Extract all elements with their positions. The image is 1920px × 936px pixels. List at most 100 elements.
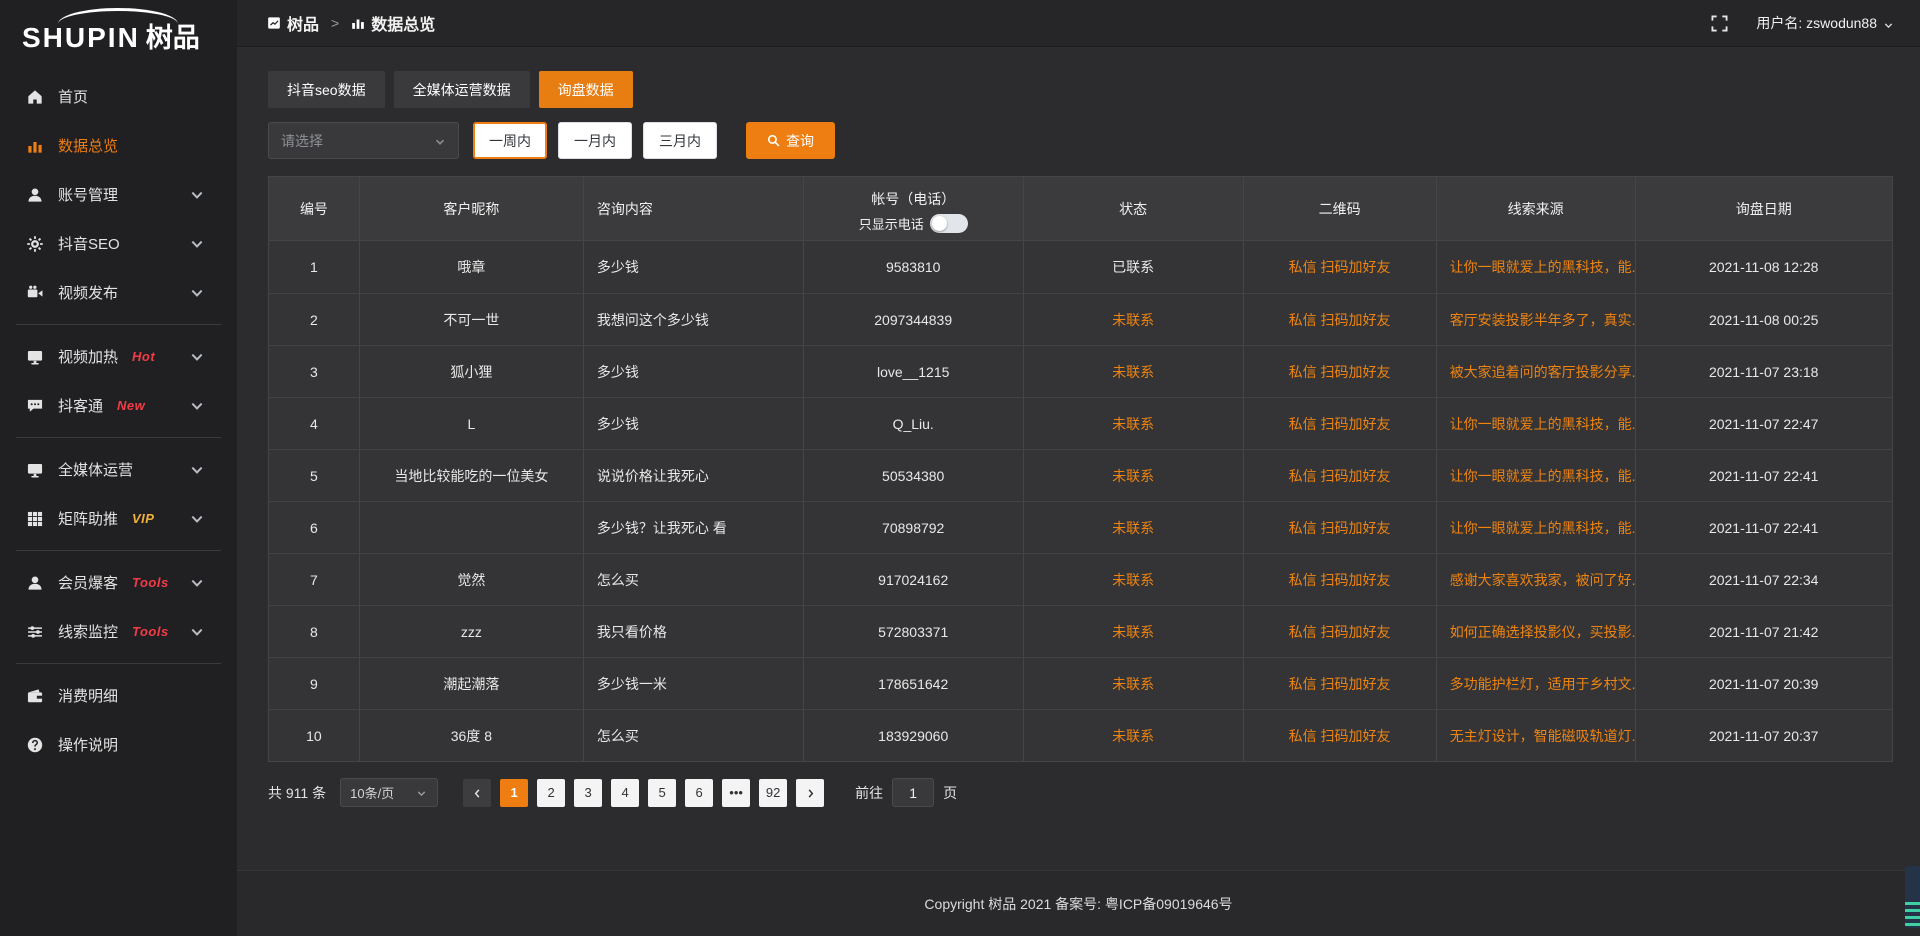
cell-date: 2021-11-07 22:34 xyxy=(1636,553,1892,605)
chat-icon xyxy=(27,398,43,414)
sidebar-item-抖音SEO[interactable]: 抖音SEO xyxy=(0,219,237,268)
qrcode-link[interactable]: 私信 扫码加好友 xyxy=(1244,345,1437,397)
range-button-一周内[interactable]: 一周内 xyxy=(473,122,547,159)
sidebar-item-label: 数据总览 xyxy=(58,135,118,156)
sidebar-item-label: 视频加热 xyxy=(58,346,118,367)
sidebar-badge: Hot xyxy=(132,349,155,364)
qrcode-link[interactable]: 私信 扫码加好友 xyxy=(1244,449,1437,501)
qrcode-link[interactable]: 私信 扫码加好友 xyxy=(1244,709,1437,761)
tab-全媒体运营数据[interactable]: 全媒体运营数据 xyxy=(394,71,530,108)
source-link[interactable]: 客厅安装投影半年多了，真实... xyxy=(1437,293,1636,345)
cell-nickname: 觉然 xyxy=(360,553,584,605)
qrcode-link[interactable]: 私信 扫码加好友 xyxy=(1244,553,1437,605)
cell-account: 917024162 xyxy=(804,553,1024,605)
phone-only-toggle[interactable] xyxy=(930,214,968,233)
sidebar-item-数据总览[interactable]: 数据总览 xyxy=(0,121,237,170)
goto-page-input[interactable] xyxy=(892,778,934,807)
sidebar-badge: New xyxy=(117,398,145,413)
status-badge: 未联系 xyxy=(1024,605,1244,657)
page-button-3[interactable]: 3 xyxy=(574,779,602,807)
status-badge: 未联系 xyxy=(1024,553,1244,605)
goto-label: 前往 xyxy=(855,783,883,803)
prev-page-button[interactable] xyxy=(463,779,491,807)
sidebar-item-label: 矩阵助推 xyxy=(58,508,118,529)
floating-side-widget[interactable] xyxy=(1905,866,1920,928)
chevron-left-icon xyxy=(472,787,483,798)
sidebar-item-矩阵助推[interactable]: 矩阵助推VIP xyxy=(0,494,237,543)
qrcode-link[interactable]: 私信 扫码加好友 xyxy=(1244,501,1437,553)
source-link[interactable]: 感谢大家喜欢我家，被问了好... xyxy=(1437,553,1636,605)
page-button-92[interactable]: 92 xyxy=(759,779,787,807)
page-button-5[interactable]: 5 xyxy=(648,779,676,807)
sidebar-item-操作说明[interactable]: 操作说明 xyxy=(0,720,237,769)
tab-抖音seo数据[interactable]: 抖音seo数据 xyxy=(268,71,385,108)
cell-nickname: 当地比较能吃的一位美女 xyxy=(360,449,584,501)
cell-date: 2021-11-08 00:25 xyxy=(1636,293,1892,345)
qrcode-link[interactable]: 私信 扫码加好友 xyxy=(1244,293,1437,345)
cell-nickname: 36度 8 xyxy=(360,709,584,761)
search-button[interactable]: 查询 xyxy=(746,122,835,159)
fullscreen-icon[interactable] xyxy=(1711,15,1728,32)
user-menu[interactable]: 用户名: zswodun88 xyxy=(1756,13,1894,33)
sidebar-item-视频发布[interactable]: 视频发布 xyxy=(0,268,237,317)
bar-chart-icon xyxy=(27,138,43,154)
sidebar-divider xyxy=(16,550,221,551)
data-table: 编号 客户昵称 咨询内容 帐号（电话） 只显示电话 状态 二维码 线索来源 询盘… xyxy=(268,176,1893,762)
cell-content: 我想问这个多少钱 xyxy=(584,293,804,345)
qrcode-link[interactable]: 私信 扫码加好友 xyxy=(1244,657,1437,709)
source-link[interactable]: 让你一眼就爱上的黑科技，能... xyxy=(1437,241,1636,293)
source-link[interactable]: 无主灯设计，智能磁吸轨道灯... xyxy=(1437,709,1636,761)
page-button-1[interactable]: 1 xyxy=(500,779,528,807)
chevron-down-icon xyxy=(189,349,205,365)
column-header: 咨询内容 xyxy=(584,177,804,241)
source-link[interactable]: 被大家追着问的客厅投影分享... xyxy=(1437,345,1636,397)
next-page-button[interactable] xyxy=(796,779,824,807)
sidebar-item-视频加热[interactable]: 视频加热 Hot xyxy=(0,332,237,381)
sidebar-item-账号管理[interactable]: 账号管理 xyxy=(0,170,237,219)
cell-account: love__1215 xyxy=(804,345,1024,397)
source-link[interactable]: 多功能护栏灯，适用于乡村文... xyxy=(1437,657,1636,709)
filter-select[interactable]: 请选择 xyxy=(268,122,459,159)
sidebar-item-label: 会员爆客 xyxy=(58,572,118,593)
cell-no: 8 xyxy=(269,605,360,657)
qrcode-link[interactable]: 私信 扫码加好友 xyxy=(1244,397,1437,449)
content: 抖音seo数据全媒体运营数据询盘数据 请选择 一周内一月内三月内 查询 编号 客… xyxy=(237,47,1920,870)
tab-询盘数据[interactable]: 询盘数据 xyxy=(539,71,633,108)
bar-chart-icon xyxy=(351,16,365,30)
main-area: 树品 > 数据总览 用户名: zswodun88 抖音seo数据全媒体运营数据询… xyxy=(237,0,1920,936)
breadcrumb-item-current: 数据总览 xyxy=(371,11,435,35)
app: SHUPIN 树品 首页数据总览账号管理抖音SEO视频发布视频加热Hot抖客通N… xyxy=(0,0,1920,936)
page-button-4[interactable]: 4 xyxy=(611,779,639,807)
status-badge: 未联系 xyxy=(1024,397,1244,449)
qrcode-link[interactable]: 私信 扫码加好友 xyxy=(1244,241,1437,293)
cell-date: 2021-11-07 22:47 xyxy=(1636,397,1892,449)
qrcode-link[interactable]: 私信 扫码加好友 xyxy=(1244,605,1437,657)
page-button-6[interactable]: 6 xyxy=(685,779,713,807)
page-size-select[interactable]: 10条/页 xyxy=(340,778,438,807)
sidebar-item-线索监控[interactable]: 线索监控Tools xyxy=(0,607,237,656)
more-pages-button[interactable]: ••• xyxy=(722,779,750,807)
source-link[interactable]: 让你一眼就爱上的黑科技，能... xyxy=(1437,449,1636,501)
column-header: 线索来源 xyxy=(1437,177,1636,241)
source-link[interactable]: 让你一眼就爱上的黑科技，能... xyxy=(1437,501,1636,553)
sidebar-item-消费明细[interactable]: 消费明细 xyxy=(0,671,237,720)
status-badge: 未联系 xyxy=(1024,293,1244,345)
sidebar-item-全媒体运营[interactable]: 全媒体运营 xyxy=(0,445,237,494)
sidebar-nav: 首页数据总览账号管理抖音SEO视频发布视频加热Hot抖客通New全媒体运营矩阵助… xyxy=(0,72,237,769)
toggle-knob xyxy=(932,216,947,231)
cell-content: 怎么买 xyxy=(584,553,804,605)
sidebar-item-抖客通[interactable]: 抖客通New xyxy=(0,381,237,430)
page-button-2[interactable]: 2 xyxy=(537,779,565,807)
chevron-down-icon xyxy=(189,187,205,203)
sidebar-badge: Tools xyxy=(132,624,169,639)
source-link[interactable]: 如何正确选择投影仪，买投影... xyxy=(1437,605,1636,657)
breadcrumb-item-home[interactable]: 树品 xyxy=(287,11,319,35)
cell-no: 7 xyxy=(269,553,360,605)
range-button-三月内[interactable]: 三月内 xyxy=(643,122,717,159)
sidebar-item-首页[interactable]: 首页 xyxy=(0,72,237,121)
sidebar-item-会员爆客[interactable]: 会员爆客Tools xyxy=(0,558,237,607)
chevron-down-icon xyxy=(189,624,205,640)
source-link[interactable]: 让你一眼就爱上的黑科技，能... xyxy=(1437,397,1636,449)
pagination: 共 911 条 10条/页 123456•••92 前往 页 xyxy=(268,778,1893,807)
range-button-一月内[interactable]: 一月内 xyxy=(558,122,632,159)
